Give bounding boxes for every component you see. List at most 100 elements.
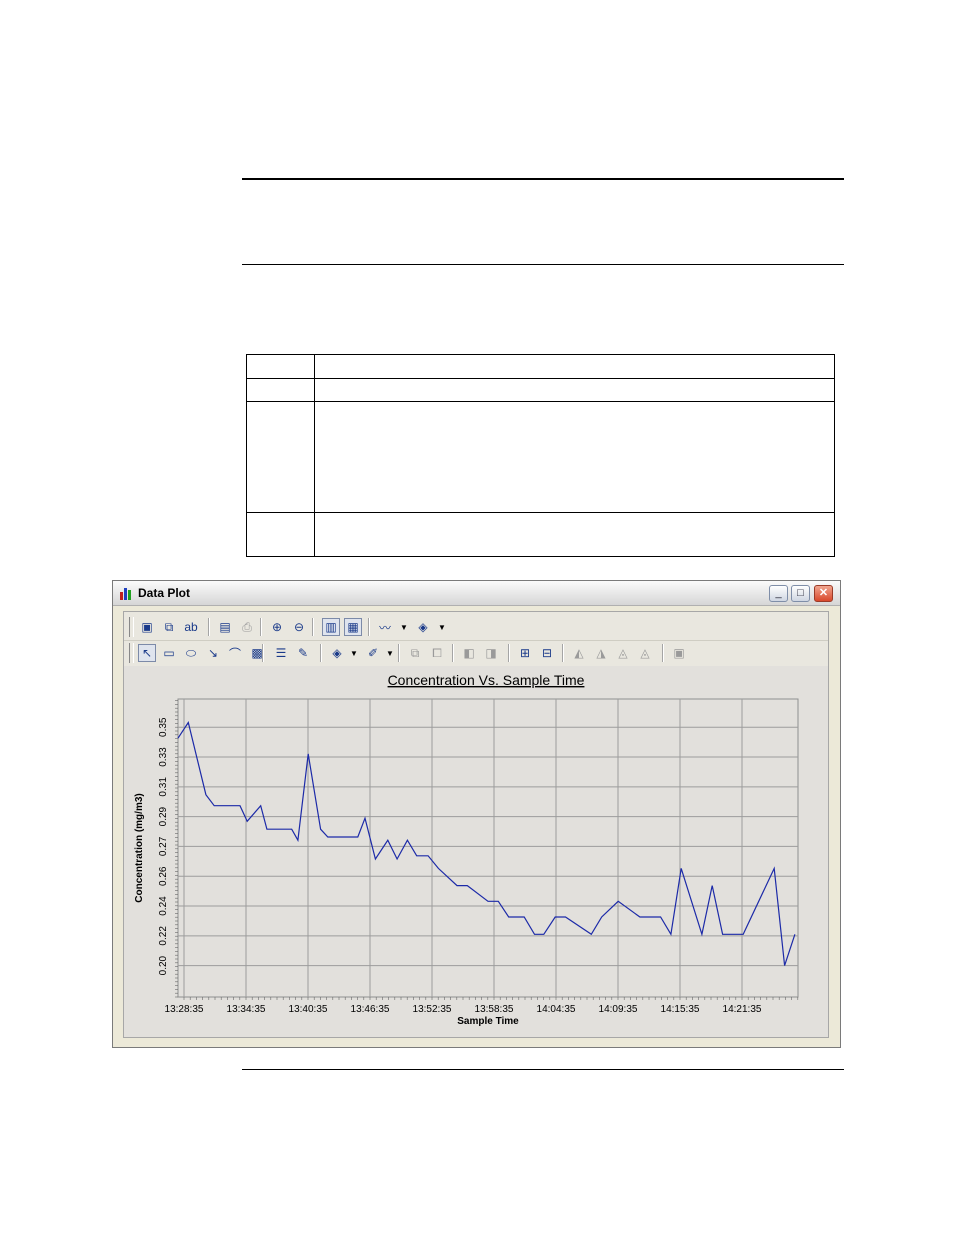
- toolbar-separator: [662, 644, 663, 662]
- print-button[interactable]: ⎙: [238, 618, 256, 636]
- properties-icon: ▣: [673, 646, 685, 660]
- bar-chart-icon: [120, 588, 131, 600]
- toolbar-separator: [368, 618, 369, 636]
- arrow-button[interactable]: ↘: [204, 644, 222, 662]
- table-row: [247, 379, 834, 402]
- zoom-in-icon: ⊕: [271, 620, 283, 634]
- minimize-button[interactable]: _: [769, 585, 788, 602]
- table-row: [247, 355, 834, 379]
- flip-horizontal-button[interactable]: ◭: [570, 644, 588, 662]
- chart-view-button[interactable]: ▥: [322, 618, 340, 636]
- info-table: [246, 354, 835, 557]
- dropdown-arrow-button[interactable]: ▼: [438, 618, 446, 636]
- text-box-icon: ☰: [275, 646, 287, 660]
- x-tick-label: 14:15:35: [661, 1004, 700, 1015]
- y-tick-label: 0.27: [158, 836, 169, 856]
- x-tick-label: 14:21:35: [723, 1004, 762, 1015]
- rectangle-icon: ▭: [163, 646, 175, 660]
- close-button[interactable]: ✕: [814, 585, 833, 602]
- fill-color-button[interactable]: ◈: [414, 618, 432, 636]
- toolbar-separator: [398, 644, 399, 662]
- copy-object-button[interactable]: ⧉: [406, 644, 424, 662]
- dropdown-arrow-button[interactable]: ▼: [350, 644, 358, 662]
- properties-button[interactable]: ▣: [670, 644, 688, 662]
- ungroup-icon: ⊟: [541, 646, 553, 660]
- y-tick-label: 0.22: [158, 926, 169, 946]
- flip-vertical-icon: ◮: [596, 646, 606, 660]
- dropdown-arrow-button[interactable]: ▼: [386, 644, 394, 662]
- maximize-button[interactable]: □: [791, 585, 810, 602]
- dropdown-arrow-button[interactable]: ▼: [400, 618, 408, 636]
- zoom-out-icon: ⊖: [293, 620, 305, 634]
- line-style-icon: 〰: [378, 620, 391, 635]
- top-heavy-rule: [242, 178, 844, 180]
- x-tick-label: 13:40:35: [289, 1004, 328, 1015]
- ungroup-button[interactable]: ⊟: [538, 644, 556, 662]
- send-backward-button[interactable]: ◨: [482, 644, 500, 662]
- image-button[interactable]: ▩: [248, 644, 266, 662]
- pointer-icon: ↖: [141, 646, 153, 660]
- text-box-button[interactable]: ☰: [272, 644, 290, 662]
- rotate-left-button[interactable]: ◬: [614, 644, 632, 662]
- chevron-down-icon: ▼: [386, 648, 394, 658]
- text-label-button[interactable]: ab: [182, 618, 200, 636]
- fill-color-icon: ◈: [418, 620, 428, 634]
- toolbar-grip[interactable]: [129, 643, 134, 663]
- close-icon: ✕: [818, 587, 829, 599]
- paste-object-button[interactable]: ⧠: [428, 644, 446, 662]
- copy-button[interactable]: ⧉: [160, 618, 178, 636]
- print-preview-button[interactable]: ▤: [216, 618, 234, 636]
- ellipse-button[interactable]: ⬭: [182, 644, 200, 662]
- paint-bucket-button[interactable]: ◈: [328, 644, 346, 662]
- pointer-button[interactable]: ↖: [138, 644, 156, 662]
- toolbar-grip[interactable]: [129, 617, 134, 637]
- y-axis-label: Concentration (mg/m3): [134, 793, 145, 902]
- flip-vertical-button[interactable]: ◮: [592, 644, 610, 662]
- rotate-right-button[interactable]: ◬: [636, 644, 654, 662]
- print-preview-icon: ▤: [219, 620, 231, 634]
- main-toolbar: ▣ ⧉ ab ▤ ⎙ ⊕ ⊖ ▥ ▦ 〰 ◈ ▼ ▼: [124, 614, 828, 641]
- maximize-icon: □: [797, 587, 804, 599]
- bring-forward-icon: ◧: [463, 646, 475, 660]
- plot-area: [177, 698, 799, 998]
- table-row: [247, 402, 834, 513]
- curve-button[interactable]: ⌒: [226, 644, 244, 662]
- chart-title: Concentration Vs. Sample Time: [388, 672, 585, 688]
- table-column-divider: [314, 355, 315, 556]
- image-icon: ▩: [251, 646, 263, 660]
- group-button[interactable]: ⊞: [516, 644, 534, 662]
- toolbar-separator: [262, 644, 263, 662]
- title-bar[interactable]: Data Plot _ □ ✕: [113, 581, 840, 606]
- data-plot-window: Data Plot _ □ ✕ ▣ ⧉ ab ▤ ⎙ ⊕ ⊖ ▥ ▦ 〰 ◈ ▼ ▼ ↖ ▭ ⬭ ↘ ⌒ ▩ ☰ ✎ ◈…: [112, 580, 841, 1048]
- zoom-out-button[interactable]: ⊖: [290, 618, 308, 636]
- bottom-rule: [242, 1069, 844, 1070]
- callout-button[interactable]: ✎: [294, 644, 312, 662]
- group-icon: ⊞: [519, 646, 531, 660]
- copy-icon: ⧉: [164, 619, 174, 634]
- x-tick-label: 13:46:35: [351, 1004, 390, 1015]
- paste-object-icon: ⧠: [432, 645, 442, 660]
- paint-bucket-icon: ◈: [332, 646, 342, 660]
- y-tick-label: 0.29: [158, 806, 169, 826]
- arrow-icon: ↘: [207, 646, 219, 660]
- zoom-in-button[interactable]: ⊕: [268, 618, 286, 636]
- x-axis-label: Sample Time: [457, 1016, 519, 1027]
- toolbar-separator: [208, 618, 209, 636]
- save-button[interactable]: ▣: [138, 618, 156, 636]
- line-color-button[interactable]: ✐: [364, 644, 382, 662]
- data-view-button[interactable]: ▦: [344, 618, 362, 636]
- print-icon: ⎙: [242, 619, 252, 634]
- y-tick-label: 0.24: [158, 896, 169, 916]
- line-style-button[interactable]: 〰: [376, 618, 394, 636]
- minimize-icon: _: [775, 587, 782, 599]
- bring-forward-button[interactable]: ◧: [460, 644, 478, 662]
- text-label-icon: ab: [184, 620, 198, 634]
- copy-object-icon: ⧉: [410, 645, 420, 660]
- toolbar-separator: [312, 618, 313, 636]
- rectangle-button[interactable]: ▭: [160, 644, 178, 662]
- y-tick-label: 0.33: [158, 747, 169, 767]
- y-tick-label: 0.31: [158, 777, 169, 797]
- toolbar-separator: [260, 618, 261, 636]
- chevron-down-icon: ▼: [438, 622, 446, 632]
- flip-horizontal-icon: ◭: [574, 646, 584, 660]
